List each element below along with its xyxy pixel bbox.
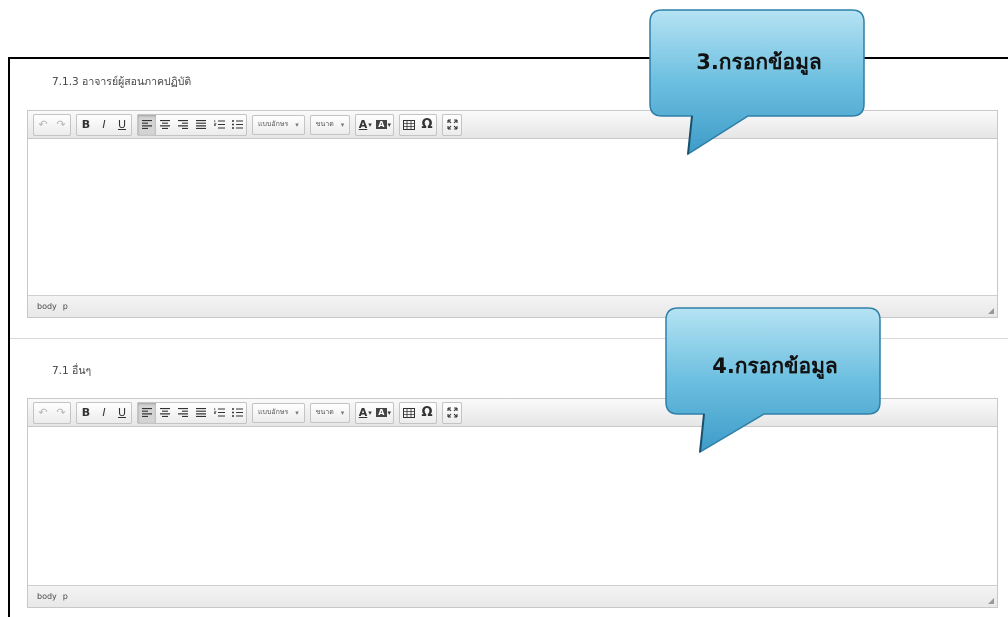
align-justify-icon[interactable]: [192, 115, 210, 135]
special-character-icon[interactable]: Ω: [418, 403, 436, 423]
undo-icon[interactable]: ↶: [34, 403, 52, 423]
history-group: ↶ ↷: [33, 113, 71, 136]
align-left-icon[interactable]: [138, 114, 156, 135]
history-group: ↶ ↷: [33, 401, 71, 424]
font-color-icon[interactable]: A ▾: [356, 115, 374, 135]
callout-step-3: 3.กรอกข้อมูล: [648, 8, 870, 158]
format-group: B I U: [76, 113, 132, 136]
color-group: A ▾ A ▾: [355, 401, 395, 424]
underline-button[interactable]: U: [113, 403, 131, 423]
font-family-dropdown[interactable]: แบบอักษร ▾: [252, 402, 305, 423]
path-body[interactable]: body: [37, 592, 57, 601]
bullet-list-icon[interactable]: [228, 115, 246, 135]
font-family-dropdown[interactable]: แบบอักษร ▾: [252, 114, 305, 135]
fullscreen-icon[interactable]: [443, 403, 461, 423]
fullscreen-group: [442, 401, 463, 424]
redo-icon[interactable]: ↷: [52, 403, 70, 423]
align-right-icon[interactable]: [174, 403, 192, 423]
chevron-down-icon: ▾: [295, 120, 299, 129]
numbered-list-icon[interactable]: [210, 115, 228, 135]
font-color-icon[interactable]: A ▾: [356, 403, 374, 423]
special-character-icon[interactable]: Ω: [418, 115, 436, 135]
insert-group: Ω: [399, 113, 438, 136]
background-color-icon[interactable]: A ▾: [374, 115, 393, 135]
italic-button[interactable]: I: [95, 115, 113, 135]
frame-left-border: [8, 57, 10, 617]
chevron-down-icon: ▾: [295, 408, 299, 417]
font-size-dropdown[interactable]: ขนาด ▾: [309, 114, 351, 135]
align-right-icon[interactable]: [174, 115, 192, 135]
chevron-down-icon: ▾: [340, 408, 345, 417]
undo-icon[interactable]: ↶: [34, 115, 52, 135]
table-icon[interactable]: [400, 115, 418, 135]
font-size-dropdown[interactable]: ขนาด ▾: [309, 402, 351, 423]
editor-content-area[interactable]: [28, 139, 997, 295]
align-center-icon[interactable]: [156, 403, 174, 423]
editor-statusbar: body p: [28, 585, 997, 607]
align-center-icon[interactable]: [156, 115, 174, 135]
path-p[interactable]: p: [63, 592, 68, 601]
resize-handle[interactable]: [988, 308, 994, 314]
element-path: body p: [37, 302, 74, 311]
bold-button[interactable]: B: [77, 115, 95, 135]
callout-step-4: 4.กรอกข้อมูล: [664, 306, 886, 456]
table-icon[interactable]: [400, 403, 418, 423]
resize-handle[interactable]: [988, 598, 994, 604]
fullscreen-icon[interactable]: [443, 115, 461, 135]
insert-group: Ω: [399, 401, 438, 424]
color-group: A ▾ A ▾: [355, 113, 395, 136]
align-left-icon[interactable]: [138, 402, 156, 423]
align-group: [137, 113, 247, 136]
bold-button[interactable]: B: [77, 403, 95, 423]
underline-button[interactable]: U: [113, 115, 131, 135]
align-justify-icon[interactable]: [192, 403, 210, 423]
align-group: [137, 401, 247, 424]
callout-step-4-text: 4.กรอกข้อมูล: [712, 354, 838, 378]
numbered-list-icon[interactable]: [210, 403, 228, 423]
element-path: body p: [37, 592, 74, 601]
redo-icon[interactable]: ↷: [52, 115, 70, 135]
callout-step-3-text: 3.กรอกข้อมูล: [696, 50, 822, 74]
section-title-practical-instructor: 7.1.3 อาจารย์ผู้สอนภาคปฏิบัติ: [52, 76, 192, 88]
path-p[interactable]: p: [63, 302, 68, 311]
section-title-others: 7.1 อื่นๆ: [52, 365, 92, 377]
fullscreen-group: [442, 113, 463, 136]
italic-button[interactable]: I: [95, 403, 113, 423]
background-color-icon[interactable]: A ▾: [374, 403, 393, 423]
format-group: B I U: [76, 401, 132, 424]
path-body[interactable]: body: [37, 302, 57, 311]
chevron-down-icon: ▾: [340, 120, 345, 129]
bullet-list-icon[interactable]: [228, 403, 246, 423]
